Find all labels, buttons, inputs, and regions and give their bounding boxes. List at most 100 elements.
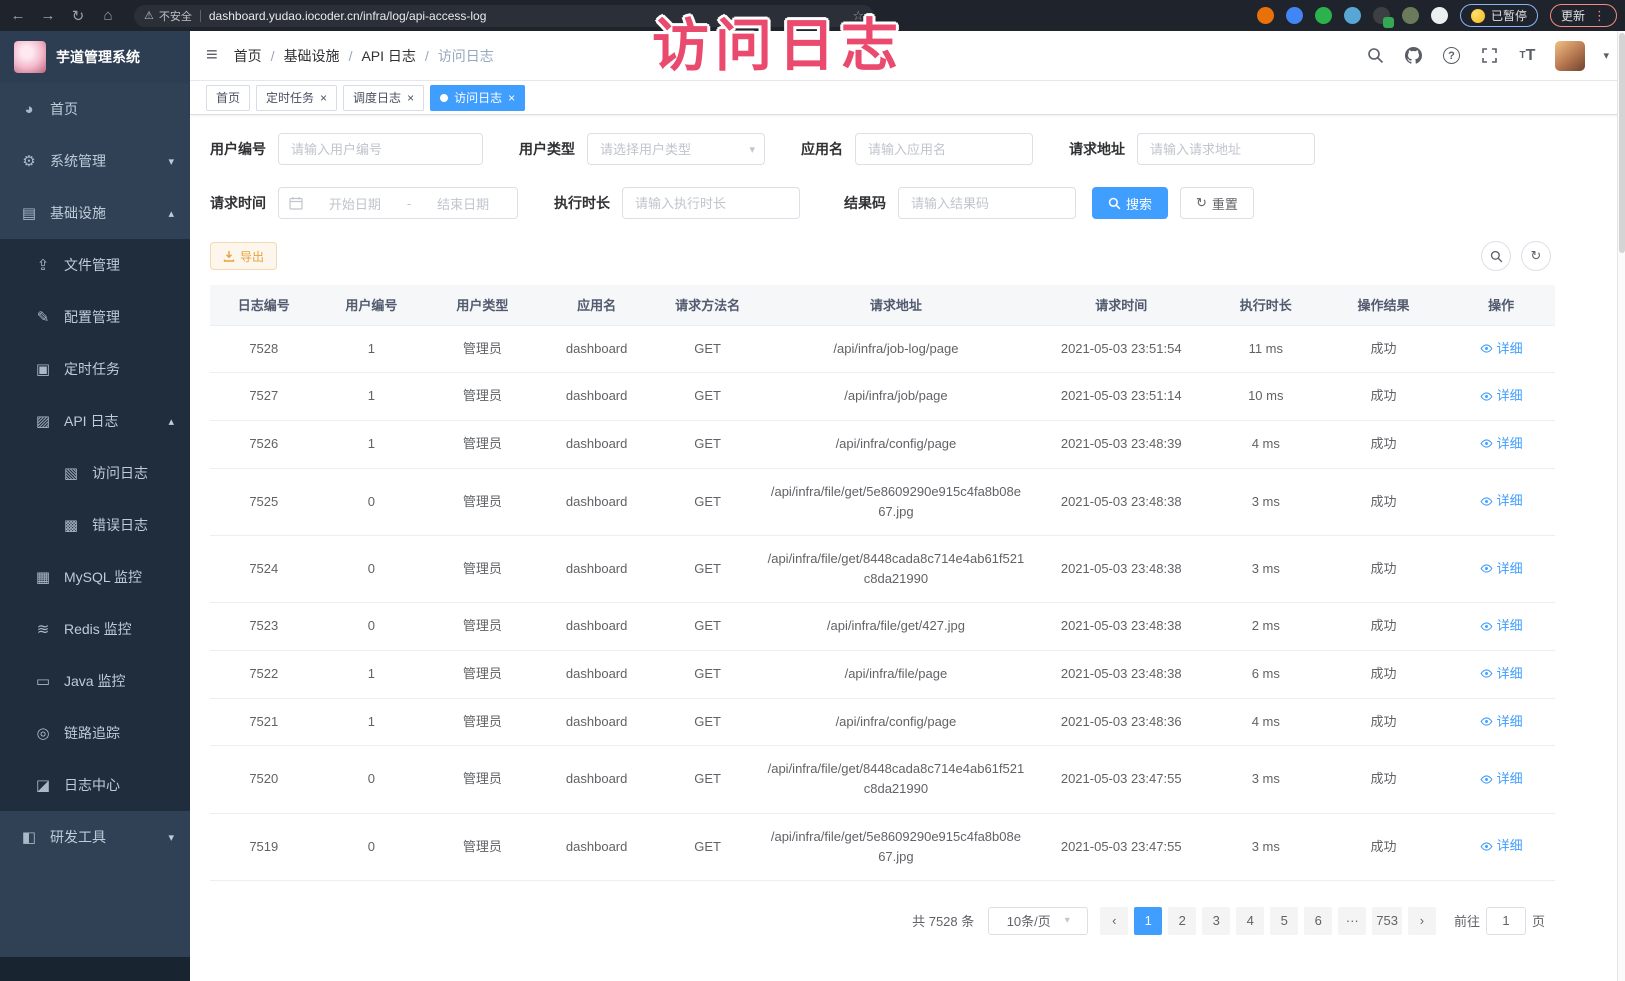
sidebar-item[interactable]: ✎ 配置管理 <box>0 291 190 343</box>
page-number-button[interactable]: 6 <box>1304 907 1332 935</box>
sidebar-item[interactable]: ⇪ 文件管理 <box>0 239 190 291</box>
extension-icon[interactable] <box>1373 7 1390 24</box>
sidebar-item[interactable]: ◎ 链路追踪 <box>0 707 190 759</box>
detail-link[interactable]: 详细 <box>1480 386 1523 406</box>
chevron-icon: ▾ <box>168 155 174 168</box>
detail-link[interactable]: 详细 <box>1480 836 1523 856</box>
font-size-icon[interactable]: TT <box>1517 46 1537 66</box>
user-type-select[interactable] <box>587 133 765 165</box>
export-button[interactable]: 导出 <box>210 242 277 270</box>
detail-link[interactable]: 详细 <box>1480 491 1523 511</box>
page-number-button[interactable]: 2 <box>1168 907 1196 935</box>
page-number-button[interactable]: 4 <box>1236 907 1264 935</box>
browser-menu-icon[interactable]: ⋮ <box>1593 8 1606 24</box>
search-icon[interactable] <box>1365 46 1385 66</box>
cell-user-id: 0 <box>318 535 426 602</box>
extension-icon[interactable] <box>1286 7 1303 24</box>
extension-icon[interactable] <box>1402 7 1419 24</box>
paused-badge[interactable]: 已暂停 <box>1460 4 1538 27</box>
github-icon[interactable] <box>1403 46 1423 66</box>
reset-button[interactable]: ↻ 重置 <box>1180 187 1254 219</box>
result-code-input[interactable] <box>898 187 1076 219</box>
sidebar-item-icon: ▣ <box>34 360 52 378</box>
detail-link[interactable]: 详细 <box>1480 664 1523 684</box>
cell-user-id: 1 <box>318 650 426 698</box>
request-url-input[interactable] <box>1137 133 1315 165</box>
avatar[interactable] <box>1555 41 1585 71</box>
cell-request-time: 2021-05-03 23:47:55 <box>1030 746 1212 813</box>
fullscreen-icon[interactable] <box>1479 46 1499 66</box>
next-page-button[interactable]: › <box>1408 907 1436 935</box>
sidebar-item[interactable]: ▨ API 日志 ▴ <box>0 395 190 447</box>
sidebar-item[interactable]: ▧ 访问日志 <box>0 447 190 499</box>
page-number-button[interactable]: 1 <box>1134 907 1162 935</box>
detail-link[interactable]: 详细 <box>1480 712 1523 732</box>
page-number-button[interactable]: 3 <box>1202 907 1230 935</box>
breadcrumb-item[interactable]: 访问日志 <box>438 46 494 66</box>
scrollbar[interactable] <box>1617 31 1625 981</box>
browser-forward-icon[interactable]: → <box>38 7 58 24</box>
detail-link[interactable]: 详细 <box>1480 339 1523 359</box>
sidebar-item[interactable]: ⚙ 系统管理 ▾ <box>0 135 190 187</box>
close-icon[interactable]: × <box>407 91 414 105</box>
browser-back-icon[interactable]: ← <box>8 7 28 24</box>
refresh-table-button[interactable]: ↻ <box>1521 241 1551 271</box>
duration-input[interactable] <box>622 187 800 219</box>
hamburger-icon[interactable]: ≡ <box>206 44 218 67</box>
view-tab[interactable]: 定时任务 × <box>256 85 337 111</box>
view-tab[interactable]: 调度日志 × <box>343 85 424 111</box>
request-time-range-picker[interactable]: 开始日期 - 结束日期 <box>278 187 518 219</box>
sidebar-item[interactable]: ▦ MySQL 监控 <box>0 551 190 603</box>
sidebar-item[interactable]: ▤ 基础设施 ▴ <box>0 187 190 239</box>
search-button[interactable]: 搜索 <box>1092 187 1168 219</box>
detail-link[interactable]: 详细 <box>1480 616 1523 636</box>
caret-down-icon[interactable]: ▾ <box>1603 49 1609 62</box>
detail-link[interactable]: 详细 <box>1480 434 1523 454</box>
sidebar-item[interactable]: ≋ Redis 监控 <box>0 603 190 655</box>
update-button[interactable]: 更新 ⋮ <box>1550 4 1617 27</box>
view-tab[interactable]: 访问日志 × <box>430 85 525 111</box>
goto-page-input[interactable] <box>1486 907 1526 935</box>
sidebar-item[interactable]: ▣ 定时任务 <box>0 343 190 395</box>
sidebar-item[interactable]: ▩ 错误日志 <box>0 499 190 551</box>
sidebar-menu: ◕ 首页 ⚙ 系统管理 ▾ ▤ 基础设施 <box>0 83 190 863</box>
page-number-button[interactable]: 5 <box>1270 907 1298 935</box>
detail-link[interactable]: 详细 <box>1480 769 1523 789</box>
app-name-input[interactable] <box>855 133 1033 165</box>
sidebar-item[interactable]: ◪ 日志中心 <box>0 759 190 811</box>
breadcrumb-item[interactable]: API 日志 <box>361 46 415 66</box>
extension-icon[interactable] <box>1257 7 1274 24</box>
page-size-select[interactable]: 10条/页 ▾ <box>988 907 1088 935</box>
view-tab[interactable]: 首页 × <box>206 85 250 111</box>
security-warning[interactable]: ⚠ 不安全 <box>144 8 192 24</box>
sidebar-item[interactable]: ◧ 研发工具 ▾ <box>0 811 190 863</box>
extension-icon[interactable] <box>1315 7 1332 24</box>
cell-user-type: 管理员 <box>425 325 539 373</box>
cell-request-url: /api/infra/job-log/page <box>761 325 1030 373</box>
page-number-button[interactable]: 753 <box>1372 907 1402 935</box>
end-date-placeholder[interactable]: 结束日期 <box>419 194 507 213</box>
browser-home-icon[interactable]: ⌂ <box>98 7 118 24</box>
detail-link[interactable]: 详细 <box>1480 559 1523 579</box>
page-number-button[interactable]: ··· <box>1338 907 1366 935</box>
start-date-placeholder[interactable]: 开始日期 <box>311 194 399 213</box>
app-logo[interactable]: 芋道管理系统 <box>0 31 190 83</box>
cell-log-id: 7520 <box>210 746 318 813</box>
sidebar-item[interactable]: ▭ Java 监控 <box>0 655 190 707</box>
cell-method: GET <box>654 650 762 698</box>
sidebar-item[interactable]: ◕ 首页 <box>0 83 190 135</box>
cell-request-url: /api/infra/job/page <box>761 373 1030 421</box>
close-icon[interactable]: × <box>508 91 515 105</box>
breadcrumb-item[interactable]: 首页 <box>234 46 262 66</box>
scrollbar-thumb[interactable] <box>1619 33 1625 253</box>
extension-icon[interactable] <box>1431 7 1448 24</box>
close-icon[interactable]: × <box>320 91 327 105</box>
request-time-label: 请求时间 <box>210 193 266 213</box>
prev-page-button[interactable]: ‹ <box>1100 907 1128 935</box>
breadcrumb-item[interactable]: 基础设施 <box>284 46 340 66</box>
browser-reload-icon[interactable]: ↻ <box>68 7 88 25</box>
toggle-search-button[interactable] <box>1481 241 1511 271</box>
extension-icon[interactable] <box>1344 7 1361 24</box>
help-icon[interactable]: ? <box>1441 46 1461 66</box>
user-id-input[interactable] <box>278 133 483 165</box>
